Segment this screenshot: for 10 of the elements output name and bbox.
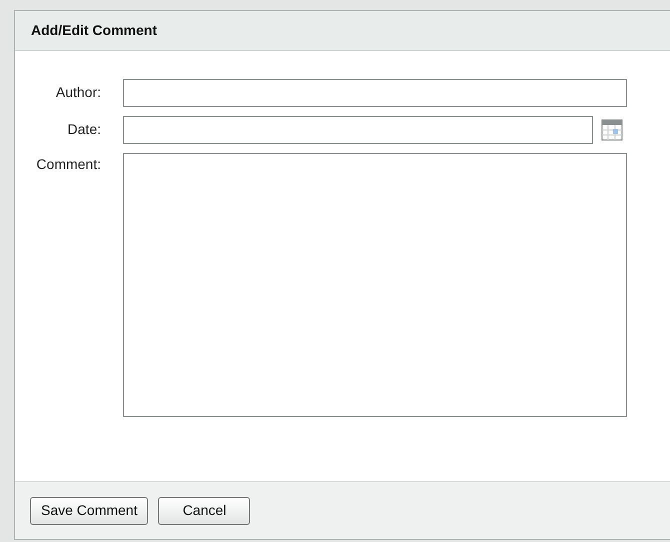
- field-label: Date:: [68, 121, 101, 137]
- field-label: Comment:: [36, 156, 101, 172]
- dialog-title: Add/Edit Comment: [31, 21, 157, 40]
- comment-field[interactable]: [123, 153, 627, 417]
- calendar-icon[interactable]: [601, 119, 623, 141]
- field-label: Author:: [56, 84, 101, 100]
- save-button[interactable]: Save Comment: [30, 496, 148, 524]
- date-field[interactable]: [123, 116, 593, 144]
- cancel-button[interactable]: Cancel: [158, 496, 250, 524]
- author-field[interactable]: [123, 79, 627, 107]
